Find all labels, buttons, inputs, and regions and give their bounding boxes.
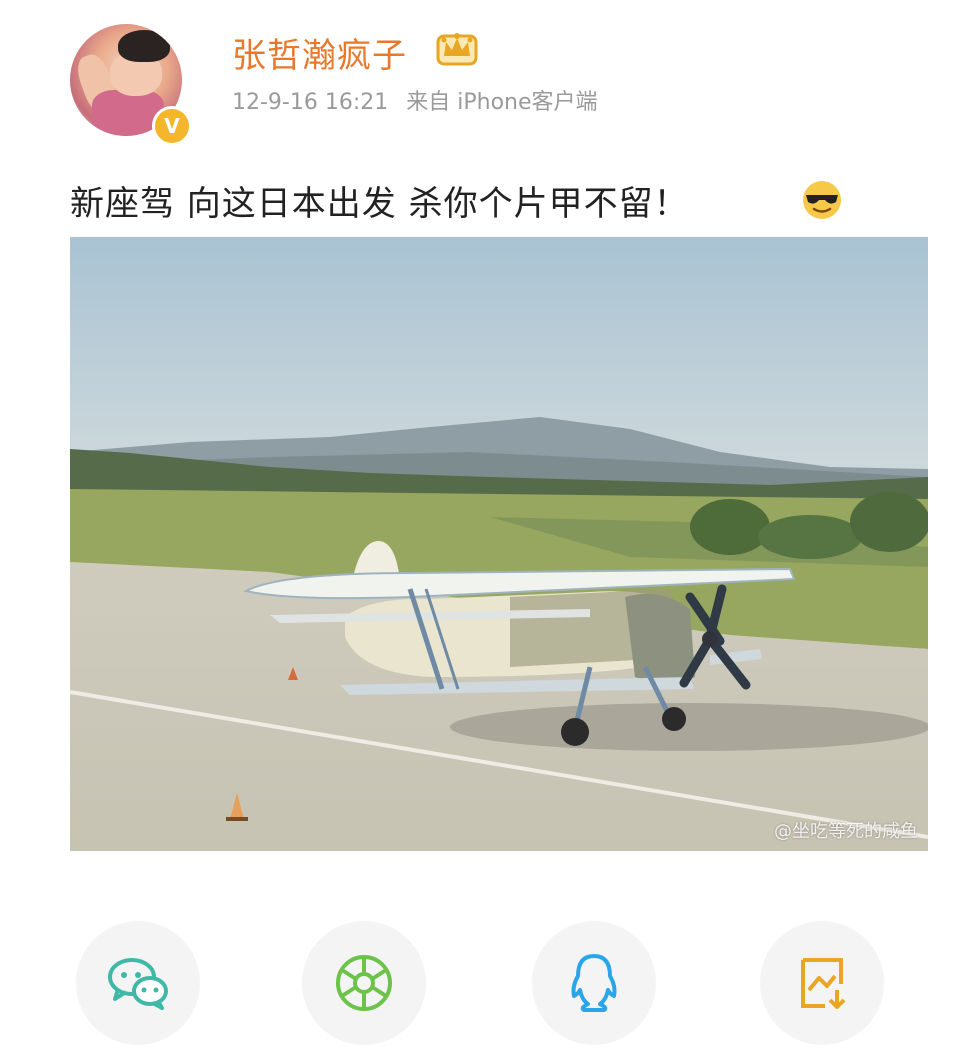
crown-vip-icon [436,33,478,66]
post-source: 来自 iPhone客户端 [406,90,598,115]
share-qq-button[interactable] [532,921,656,1045]
avatar-hair [118,30,170,62]
cool-sunglasses-emoji-icon [803,181,841,219]
save-image-button[interactable] [760,921,884,1045]
post-image[interactable]: @坐吃等死的咸鱼 [70,237,928,851]
post-date: 12-9-16 16:21 [232,90,389,115]
share-moments-button[interactable] [302,921,426,1045]
save-image-icon [801,958,846,1009]
biplane-on-runway-illustration [70,237,928,851]
verified-badge-icon: V [152,106,192,146]
image-watermark: @坐吃等死的咸鱼 [774,821,918,842]
wechat-icon [108,958,168,1010]
share-wechat-button[interactable] [76,921,200,1045]
post-text: 新座驾 向这日本出发 杀你个片甲不留！ [70,184,689,224]
moments-icon [336,955,392,1011]
username[interactable]: 张哲瀚疯子 [232,28,407,77]
qq-icon [571,954,617,1012]
share-bar [0,905,960,1045]
post-meta: 12-9-16 16:21 来自 iPhone客户端 [232,84,598,116]
